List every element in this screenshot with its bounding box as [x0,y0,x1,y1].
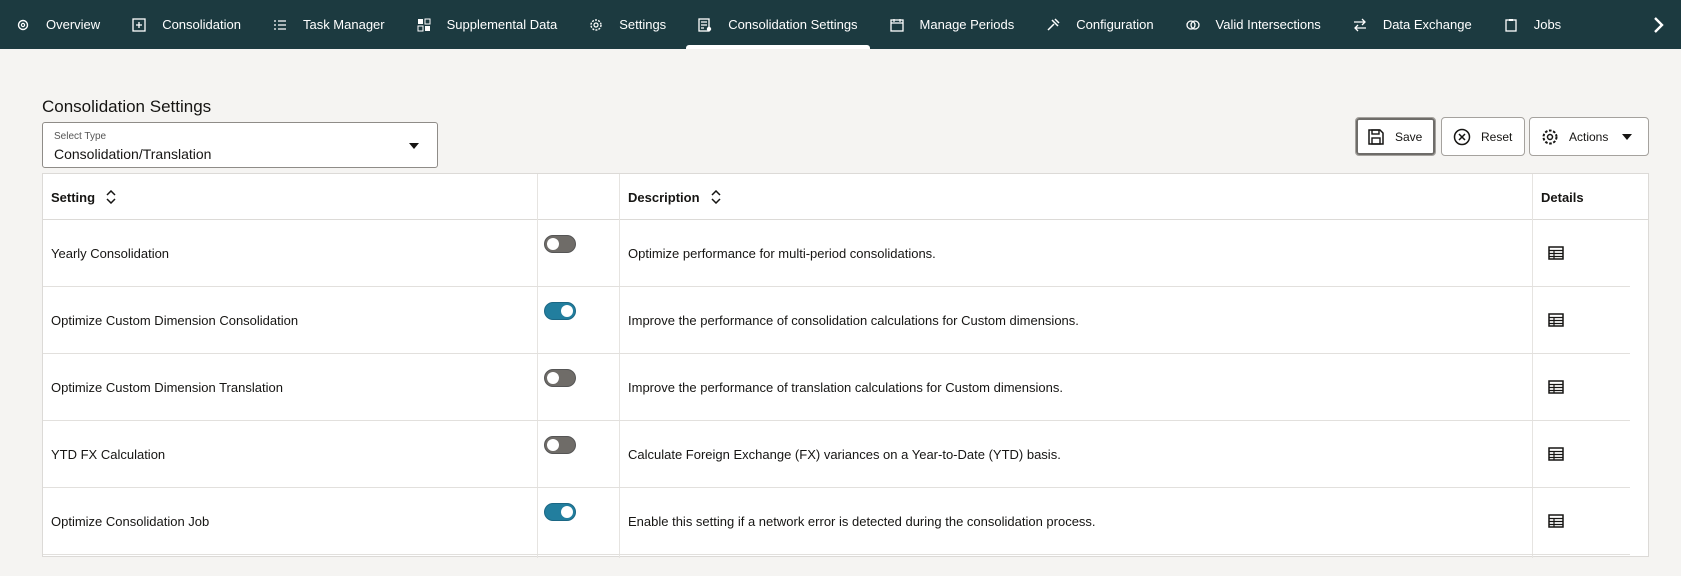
table-row: Optimize Custom Dimension Translation Im… [43,354,1630,421]
actions-button-label: Actions [1569,129,1609,144]
supplemental-data-icon [417,18,431,31]
table-row: Yearly Consolidation Optimize performanc… [43,220,1630,287]
page-title: Consolidation Settings [42,97,212,116]
nav-item-label: Consolidation Settings [728,17,858,32]
column-header-description[interactable]: Description [620,174,1570,220]
gear-cog-icon [17,19,29,30]
task-list-icon [273,19,286,30]
nav-overflow-fade [1555,0,1635,49]
setting-name: Optimize Custom Dimension Translation [51,380,283,395]
setting-name: Optimize Consolidation Job [51,514,210,529]
consolidation-settings-icon [698,17,712,32]
details-table-icon[interactable] [1548,514,1564,528]
nav-item-label: Manage Periods [919,17,1015,32]
details-table-icon[interactable] [1548,380,1564,394]
setting-description: Improve the performance of translation c… [628,380,1063,395]
nav-item-consolidation-settings[interactable]: Consolidation Settings [682,0,873,49]
sort-icon [710,190,721,204]
ytd-fx-calculation-toggle[interactable] [544,436,576,454]
column-header-setting[interactable]: Setting [43,174,538,220]
select-type-label: Select Type [54,131,107,142]
nav-item-valid-intersections[interactable]: Valid Intersections [1170,0,1337,49]
nav-item-label: Data Exchange [1382,17,1472,32]
table-row: Optimize Consolidation Job Enable this s… [43,488,1630,555]
nav-item-label: Supplemental Data [446,17,558,32]
nav-item-label: Valid Intersections [1215,17,1321,32]
details-table-icon[interactable] [1548,246,1564,260]
setting-name: YTD FX Calculation [51,447,166,462]
nav-item-settings[interactable]: Settings [573,0,682,49]
table-header: Setting Description Details [43,174,1648,220]
setting-description: Improve the performance of consolidation… [628,313,1079,328]
reset-button-label: Reset [1481,129,1513,144]
clipboard-icon [1505,18,1517,32]
select-type-value: Consolidation/Translation [54,146,212,162]
column-header-details: Details [1541,189,1584,205]
save-disk-icon [1368,128,1384,145]
nav-scroll-right-button[interactable] [1635,0,1681,49]
settings-table: Setting Description Details Yearly Conso… [42,173,1649,558]
reset-button[interactable]: Reset [1441,117,1525,156]
setting-name: Optimize Custom Dimension Consolidation [51,313,299,328]
close-circle-icon [1453,128,1471,145]
settings-gear-icon [590,18,602,31]
setting-description: Calculate Foreign Exchange (FX) variance… [628,447,1061,462]
optimize-consolidation-job-toggle[interactable] [544,503,576,521]
exchange-arrows-icon [1353,18,1366,31]
consolidation-icon [132,17,146,32]
table-row: Optimize Custom Dimension Consolidation … [43,287,1630,354]
optimize-custom-dimension-translation-toggle[interactable] [544,369,576,387]
nav-item-label: Settings [619,17,667,32]
nav-item-task-manager[interactable]: Task Manager [257,0,401,49]
nav-item-consolidation[interactable]: Consolidation [116,0,257,49]
nav-item-supplemental-data[interactable]: Supplemental Data [401,0,574,49]
calendar-icon [889,18,904,32]
details-table-icon[interactable] [1548,447,1564,461]
save-button-label: Save [1395,129,1423,144]
details-table-icon[interactable] [1548,313,1564,327]
nav-item-data-exchange[interactable]: Data Exchange [1337,0,1488,49]
setting-description: Optimize performance for multi-period co… [628,246,936,261]
sort-icon [106,190,116,204]
gear-icon [1542,129,1558,144]
chevron-right-icon [1654,16,1664,33]
nav-item-configuration[interactable]: Configuration [1030,0,1169,49]
setting-description: Enable this setting if a network error i… [628,514,1096,529]
nav-item-label: Consolidation [162,17,241,32]
select-type-dropdown[interactable]: Select Type Consolidation/Translation [42,122,438,168]
nav-item-manage-periods[interactable]: Manage Periods [874,0,1031,49]
top-navigation-bar: Overview Consolidation Task Manager Supp… [0,0,1681,49]
nav-item-label: Overview [46,17,101,32]
nav-item-label: Configuration [1076,17,1154,32]
caret-down-icon [409,143,419,149]
caret-down-icon [1622,133,1633,140]
intersection-icon [1185,19,1200,30]
optimize-custom-dimension-consolidation-toggle[interactable] [544,302,576,320]
table-row: YTD FX Calculation Calculate Foreign Exc… [43,421,1630,488]
save-button[interactable]: Save [1355,117,1436,156]
yearly-consolidation-toggle[interactable] [544,235,576,253]
actions-menu-button[interactable]: Actions [1529,117,1649,156]
nav-item-overview[interactable]: Overview [0,0,116,49]
nav-item-label: Task Manager [302,17,385,32]
tools-icon [1047,17,1060,31]
setting-name: Yearly Consolidation [51,246,170,261]
